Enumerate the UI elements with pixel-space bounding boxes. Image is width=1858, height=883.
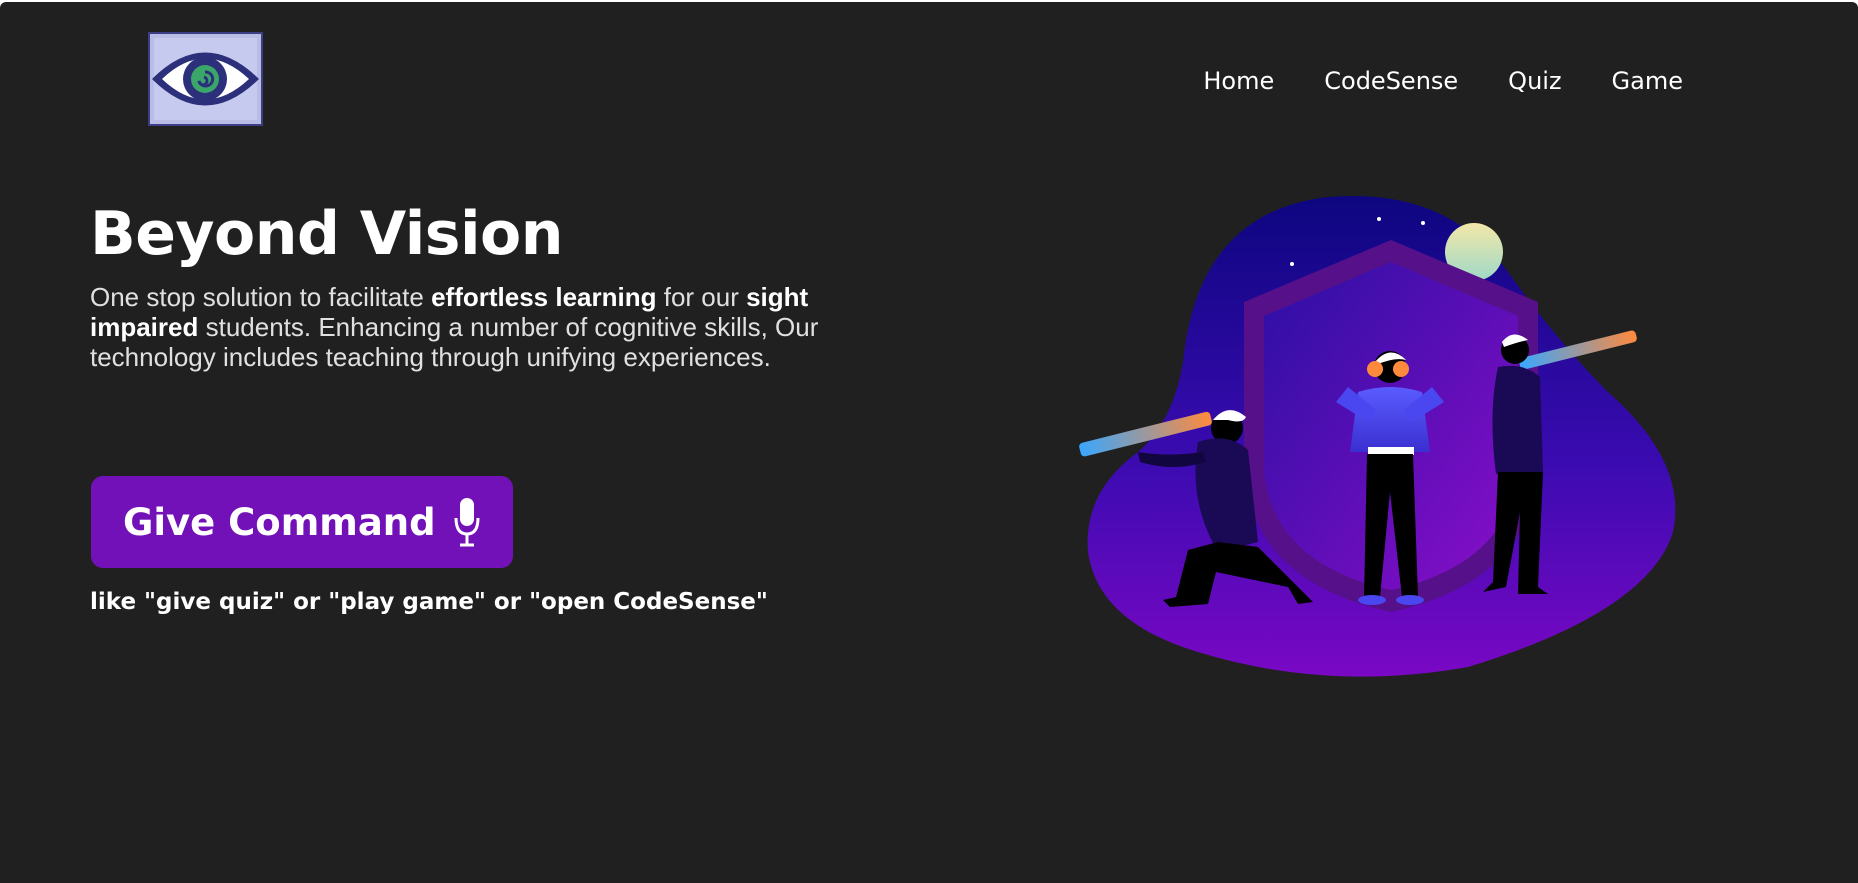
desc-text-1: One stop solution to facilitate xyxy=(90,282,432,312)
nav-quiz[interactable]: Quiz xyxy=(1508,66,1561,96)
page-title: Beyond Vision xyxy=(90,199,563,269)
nav-codesense[interactable]: CodeSense xyxy=(1324,66,1458,96)
nav-game[interactable]: Game xyxy=(1612,66,1683,96)
eye-logo-icon[interactable] xyxy=(148,32,263,126)
page: Home CodeSense Quiz Game Beyond Vision O… xyxy=(0,2,1858,883)
hero-description: One stop solution to facilitate effortle… xyxy=(90,282,830,372)
microphone-icon xyxy=(454,498,480,547)
nav-home[interactable]: Home xyxy=(1203,66,1274,96)
command-hint: like "give quiz" or "play game" or "open… xyxy=(90,589,768,615)
desc-text-2: for our xyxy=(656,282,747,312)
desc-bold-1: effortless learning xyxy=(431,282,657,312)
explorers-shield-illustration xyxy=(1079,195,1676,677)
give-command-label: Give Command xyxy=(123,500,436,544)
top-nav: Home CodeSense Quiz Game xyxy=(1203,66,1683,96)
give-command-button[interactable]: Give Command xyxy=(91,476,513,568)
desc-text-3: students. Enhancing a number of cognitiv… xyxy=(90,312,819,372)
